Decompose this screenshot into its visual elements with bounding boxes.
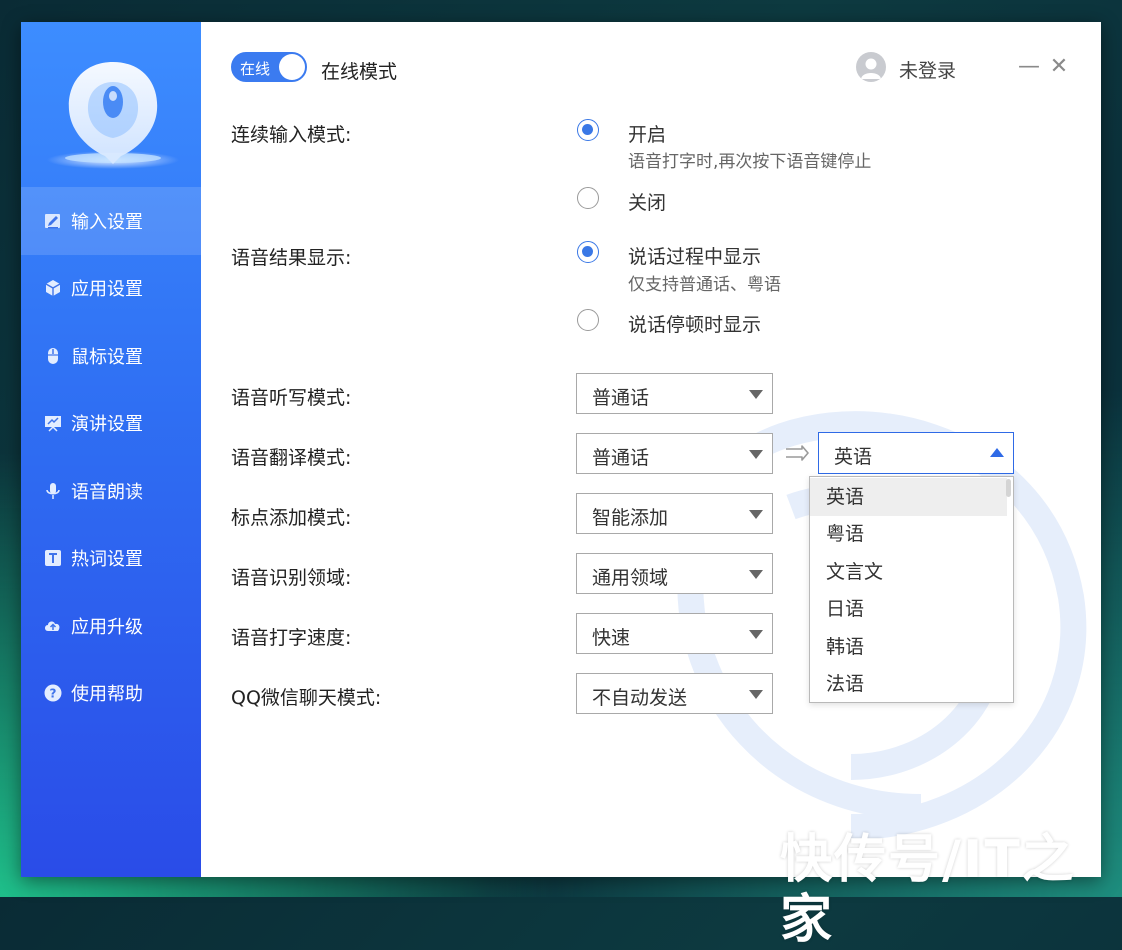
- display-while-speaking-label: 说话过程中显示: [628, 246, 762, 268]
- typing-speed-label: 语音打字速度:: [231, 627, 352, 649]
- sidebar-item-label: 演讲设置: [71, 414, 143, 436]
- chat-mode-select[interactable]: 不自动发送: [576, 673, 773, 714]
- help-icon: ?: [43, 683, 63, 703]
- app-logo-icon: [47, 62, 179, 169]
- display-on-pause-label: 说话停顿时显示: [628, 314, 762, 336]
- translate-arrow-icon: [786, 445, 809, 461]
- select-value: 通用领域: [592, 567, 669, 589]
- display-while-speaking-radio[interactable]: [577, 241, 599, 263]
- select-value: 不自动发送: [592, 687, 688, 709]
- cloud-upload-icon: [43, 616, 63, 636]
- microphone-icon: [43, 481, 63, 501]
- chevron-down-icon: [749, 570, 763, 579]
- target-language-dropdown: 英语 粤语 文言文 日语 韩语 法语: [809, 476, 1014, 703]
- dropdown-option-korean[interactable]: 韩语: [810, 628, 1007, 666]
- continuous-input-label: 连续输入模式:: [231, 124, 352, 146]
- site-watermark: 快传号/IT之家: [780, 830, 1076, 950]
- mouse-icon: [43, 346, 63, 366]
- sidebar: 输入设置 应用设置 鼠标设置 演讲设置 语音朗读 热词设置 应用升级 ? 使用帮…: [21, 22, 201, 877]
- cube-icon: [43, 278, 63, 298]
- chevron-down-icon: [749, 630, 763, 639]
- recognition-domain-select[interactable]: 通用领域: [576, 553, 773, 594]
- dropdown-option-french[interactable]: 法语: [810, 665, 1007, 702]
- translation-mode-label: 语音翻译模式:: [231, 447, 352, 469]
- continuous-off-label: 关闭: [628, 192, 667, 214]
- display-on-pause-radio[interactable]: [577, 309, 599, 331]
- chevron-down-icon: [749, 510, 763, 519]
- typing-speed-select[interactable]: 快速: [576, 613, 773, 654]
- close-button[interactable]: ✕: [1047, 56, 1071, 80]
- select-value: 普通话: [592, 387, 650, 409]
- login-status[interactable]: 未登录: [899, 56, 956, 83]
- dictation-mode-select[interactable]: 普通话: [576, 373, 773, 414]
- toggle-label: 在线: [240, 60, 271, 78]
- toggle-knob: [279, 54, 305, 80]
- select-value: 快速: [592, 627, 631, 649]
- dropdown-option-japanese[interactable]: 日语: [810, 590, 1007, 628]
- continuous-on-description: 语音打字时,再次按下语音键停止: [628, 152, 872, 172]
- sidebar-item-mouse-settings[interactable]: 鼠标设置: [21, 322, 201, 390]
- user-avatar-icon[interactable]: [856, 52, 886, 82]
- sidebar-item-app-settings[interactable]: 应用设置: [21, 255, 201, 323]
- result-display-label: 语音结果显示:: [231, 247, 352, 269]
- dropdown-option-cantonese[interactable]: 粤语: [810, 515, 1007, 553]
- recognition-domain-label: 语音识别领域:: [231, 567, 352, 589]
- chat-mode-label: QQ微信聊天模式:: [231, 687, 382, 709]
- dropdown-option-english[interactable]: 英语: [810, 478, 1007, 516]
- select-value: 智能添加: [592, 507, 669, 529]
- chevron-down-icon: [749, 690, 763, 699]
- svg-text:?: ?: [50, 687, 57, 701]
- sidebar-item-label: 使用帮助: [71, 684, 143, 706]
- display-while-speaking-description: 仅支持普通话、粤语: [628, 275, 781, 295]
- dropdown-option-classical-chinese[interactable]: 文言文: [810, 553, 1007, 591]
- settings-panel: 在线 在线模式 未登录 — ✕ 连续输入模式: 开启 语音打字时,再次按下语音键…: [201, 22, 1101, 877]
- punctuation-mode-select[interactable]: 智能添加: [576, 493, 773, 534]
- settings-window: 输入设置 应用设置 鼠标设置 演讲设置 语音朗读 热词设置 应用升级 ? 使用帮…: [21, 22, 1101, 877]
- punctuation-mode-label: 标点添加模式:: [231, 507, 352, 529]
- sidebar-item-label: 输入设置: [71, 211, 143, 233]
- sidebar-item-input-settings[interactable]: 输入设置: [21, 187, 201, 255]
- select-value: 英语: [834, 446, 873, 468]
- sidebar-item-label: 应用设置: [71, 279, 143, 301]
- sidebar-item-label: 鼠标设置: [71, 346, 143, 368]
- sidebar-item-presentation-settings[interactable]: 演讲设置: [21, 390, 201, 458]
- text-t-icon: [43, 548, 63, 568]
- edit-icon: [43, 211, 63, 231]
- dictation-mode-label: 语音听写模式:: [231, 387, 352, 409]
- sidebar-item-voice-reading[interactable]: 语音朗读: [21, 457, 201, 525]
- sidebar-item-app-upgrade[interactable]: 应用升级: [21, 592, 201, 660]
- chevron-down-icon: [749, 390, 763, 399]
- sidebar-item-hotword-settings[interactable]: 热词设置: [21, 525, 201, 593]
- select-value: 普通话: [592, 447, 650, 469]
- mode-label: 在线模式: [321, 61, 398, 83]
- sidebar-item-label: 应用升级: [71, 616, 143, 638]
- sidebar-item-label: 热词设置: [71, 549, 143, 571]
- continuous-off-radio[interactable]: [577, 187, 599, 209]
- translation-target-select[interactable]: 英语: [818, 432, 1014, 474]
- continuous-on-radio[interactable]: [577, 119, 599, 141]
- online-toggle[interactable]: 在线: [231, 52, 307, 82]
- chevron-down-icon: [749, 450, 763, 459]
- sidebar-nav: 输入设置 应用设置 鼠标设置 演讲设置 语音朗读 热词设置 应用升级 ? 使用帮…: [21, 187, 201, 727]
- minimize-button[interactable]: —: [1017, 56, 1041, 80]
- continuous-on-label: 开启: [628, 124, 667, 146]
- sidebar-item-help[interactable]: ? 使用帮助: [21, 660, 201, 728]
- chevron-up-icon: [990, 448, 1004, 457]
- sidebar-item-label: 语音朗读: [71, 481, 143, 503]
- presentation-icon: [43, 413, 63, 433]
- translation-source-select[interactable]: 普通话: [576, 433, 773, 474]
- dropdown-scrollbar[interactable]: [1006, 479, 1011, 497]
